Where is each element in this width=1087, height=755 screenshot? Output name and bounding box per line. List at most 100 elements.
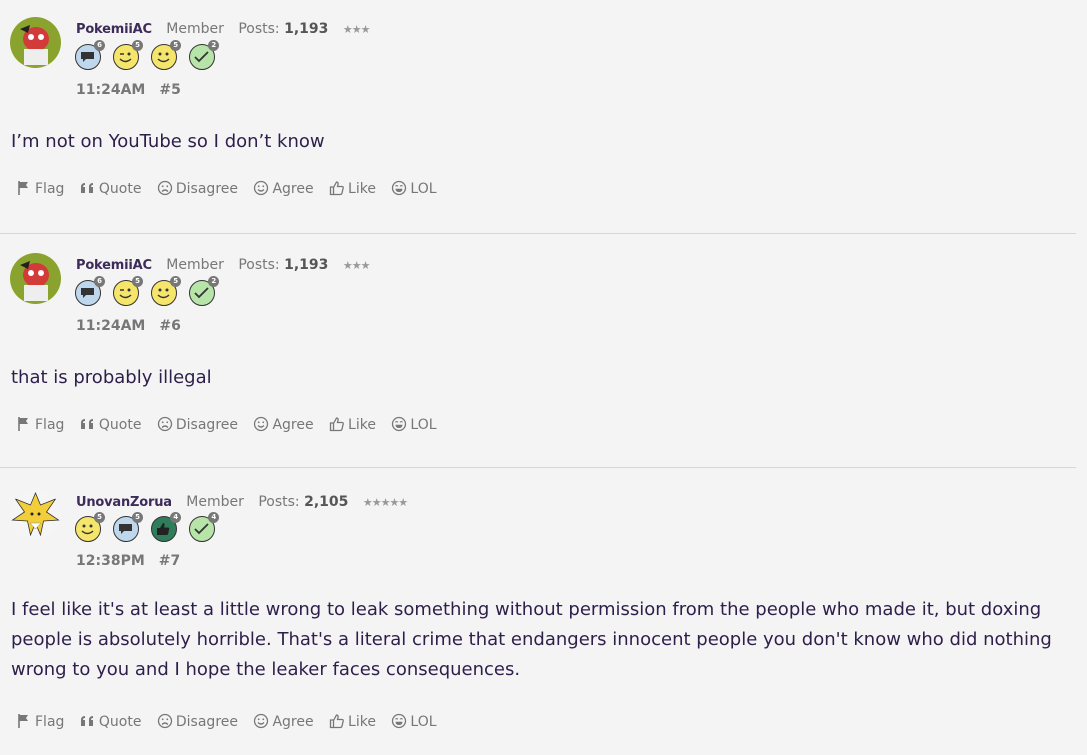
- check-badge-icon[interactable]: 4: [189, 512, 220, 542]
- avatar[interactable]: [10, 17, 61, 68]
- flag-icon: [16, 180, 32, 200]
- like-button[interactable]: Like: [329, 416, 376, 436]
- quote-label: Quote: [98, 417, 142, 433]
- disagree-label: Disagree: [175, 181, 238, 197]
- post-content: I’m not on YouTube so I don’t know: [11, 131, 325, 152]
- post-count: 1,193: [284, 257, 329, 273]
- post: PokemiiAC Member Posts: 1,193 ★★★ 6 5 5 …: [0, 234, 1087, 468]
- quote-label: Quote: [98, 714, 142, 730]
- quote-label: Quote: [98, 181, 142, 197]
- agree-icon: [253, 713, 269, 733]
- quote-button[interactable]: Quote: [80, 713, 142, 733]
- thumbs-up-badge-icon[interactable]: 4: [151, 512, 182, 542]
- agree-label: Agree: [272, 181, 314, 197]
- post-count: 1,193: [284, 21, 329, 37]
- quote-icon: [80, 416, 96, 436]
- wink-badge-icon[interactable]: 5: [113, 276, 144, 306]
- post-actions: Flag Quote Disagree Agree Like LOL: [16, 416, 448, 436]
- badge-level: 5: [132, 276, 144, 287]
- flag-label: Flag: [35, 417, 65, 433]
- smile-badge-icon[interactable]: 5: [151, 40, 182, 70]
- trophy-badges: 5 5 4 4: [75, 512, 222, 544]
- agree-label: Agree: [272, 417, 314, 433]
- disagree-button[interactable]: Disagree: [157, 180, 238, 200]
- chat-badge-icon[interactable]: 6: [75, 276, 105, 306]
- chat-badge-icon[interactable]: 6: [75, 40, 105, 70]
- wink-badge-icon[interactable]: 5: [113, 40, 144, 70]
- user-info: PokemiiAC Member Posts: 1,193 ★★★: [76, 21, 371, 37]
- quote-button[interactable]: Quote: [80, 416, 142, 436]
- avatar[interactable]: [10, 489, 61, 540]
- disagree-button[interactable]: Disagree: [157, 713, 238, 733]
- laugh-icon: [391, 180, 407, 200]
- post-count: 2,105: [304, 494, 349, 510]
- rank-stars: ★★★★★: [362, 496, 408, 509]
- disagree-icon: [157, 180, 173, 200]
- post: UnovanZorua Member Posts: 2,105 ★★★★★ 5 …: [0, 468, 1087, 755]
- post-content: that is probably illegal: [11, 367, 212, 388]
- badge-level: 5: [132, 512, 144, 523]
- badge-level: 5: [132, 40, 144, 51]
- post: PokemiiAC Member Posts: 1,193 ★★★ 6 5 5 …: [0, 0, 1087, 234]
- disagree-button[interactable]: Disagree: [157, 416, 238, 436]
- lol-button[interactable]: LOL: [391, 713, 437, 733]
- avatar[interactable]: [10, 253, 61, 304]
- badge-level: 4: [170, 512, 182, 523]
- like-button[interactable]: Like: [329, 180, 376, 200]
- quote-icon: [80, 180, 96, 200]
- like-button[interactable]: Like: [329, 713, 376, 733]
- lol-button[interactable]: LOL: [391, 180, 437, 200]
- disagree-icon: [157, 713, 173, 733]
- user-info: UnovanZorua Member Posts: 2,105 ★★★★★: [76, 494, 408, 510]
- check-badge-icon[interactable]: 2: [189, 276, 220, 306]
- badge-level: 2: [208, 276, 220, 287]
- post-meta: 11:24AM #6: [76, 318, 181, 334]
- post-actions: Flag Quote Disagree Agree Like LOL: [16, 713, 448, 733]
- badge-level: 2: [208, 40, 220, 51]
- posts-label: Posts:: [238, 257, 280, 273]
- thumbs-up-icon: [329, 713, 345, 733]
- flag-button[interactable]: Flag: [16, 416, 64, 436]
- user-info: PokemiiAC Member Posts: 1,193 ★★★: [76, 257, 370, 273]
- post-time[interactable]: 11:24AM: [76, 82, 145, 98]
- badge-level: 4: [208, 512, 220, 523]
- username[interactable]: UnovanZorua: [76, 495, 172, 510]
- flag-button[interactable]: Flag: [16, 180, 64, 200]
- post-meta: 12:38PM #7: [76, 553, 180, 569]
- chat-badge-icon[interactable]: 5: [113, 512, 144, 542]
- user-role: Member: [186, 494, 244, 510]
- agree-button[interactable]: Agree: [253, 713, 314, 733]
- post-number[interactable]: #6: [159, 318, 180, 334]
- post-number[interactable]: #5: [159, 82, 180, 98]
- lol-label: LOL: [410, 417, 437, 433]
- badge-level: 5: [94, 512, 105, 523]
- flag-icon: [16, 416, 32, 436]
- agree-label: Agree: [272, 714, 314, 730]
- username[interactable]: PokemiiAC: [76, 258, 152, 273]
- disagree-label: Disagree: [175, 417, 238, 433]
- post-actions: Flag Quote Disagree Agree Like LOL: [16, 180, 448, 200]
- post-number[interactable]: #7: [159, 553, 180, 569]
- lol-button[interactable]: LOL: [391, 416, 437, 436]
- smile-badge-icon[interactable]: 5: [75, 512, 105, 542]
- thumbs-up-icon: [329, 180, 345, 200]
- flag-button[interactable]: Flag: [16, 713, 64, 733]
- post-time[interactable]: 11:24AM: [76, 318, 145, 334]
- post-time[interactable]: 12:38PM: [76, 553, 145, 569]
- badge-level: 6: [94, 276, 105, 287]
- trophy-badges: 6 5 5 2: [75, 40, 222, 72]
- agree-button[interactable]: Agree: [253, 416, 314, 436]
- posts-label: Posts:: [258, 494, 300, 510]
- rank-stars: ★★★: [342, 23, 371, 36]
- badge-level: 5: [170, 276, 182, 287]
- agree-icon: [253, 180, 269, 200]
- quote-button[interactable]: Quote: [80, 180, 142, 200]
- smile-badge-icon[interactable]: 5: [151, 276, 182, 306]
- username[interactable]: PokemiiAC: [76, 22, 152, 37]
- posts-label: Posts:: [238, 21, 280, 37]
- user-role: Member: [166, 21, 224, 37]
- laugh-icon: [391, 416, 407, 436]
- check-badge-icon[interactable]: 2: [189, 40, 220, 70]
- thumbs-up-icon: [329, 416, 345, 436]
- agree-button[interactable]: Agree: [253, 180, 314, 200]
